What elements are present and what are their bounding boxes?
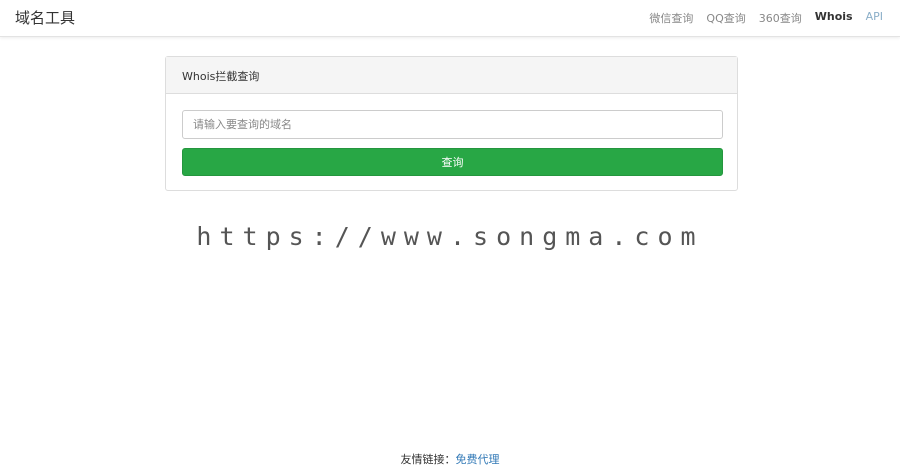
nav-link-wechat[interactable]: 微信查询 xyxy=(649,10,693,26)
footer: 友情链接：免费代理 xyxy=(0,451,900,467)
nav-link-qq[interactable]: QQ查询 xyxy=(706,10,745,26)
nav-link-api[interactable]: API xyxy=(866,10,883,26)
query-button[interactable]: 查询 xyxy=(182,148,723,176)
nav-links: 微信查询 QQ查询 360查询 Whois API xyxy=(649,10,883,26)
watermark-text: https://www.songma.com xyxy=(196,222,704,251)
query-panel: Whois拦截查询 查询 xyxy=(165,56,738,191)
footer-link-free-proxy[interactable]: 免费代理 xyxy=(456,453,500,466)
navbar: 域名工具 微信查询 QQ查询 360查询 Whois API xyxy=(0,0,900,37)
domain-input[interactable] xyxy=(182,110,723,139)
nav-link-360[interactable]: 360查询 xyxy=(759,10,802,26)
brand-link[interactable]: 域名工具 xyxy=(15,7,75,28)
panel-heading: Whois拦截查询 xyxy=(166,57,737,94)
nav-link-whois[interactable]: Whois xyxy=(815,10,853,26)
footer-label: 友情链接： xyxy=(400,453,456,466)
